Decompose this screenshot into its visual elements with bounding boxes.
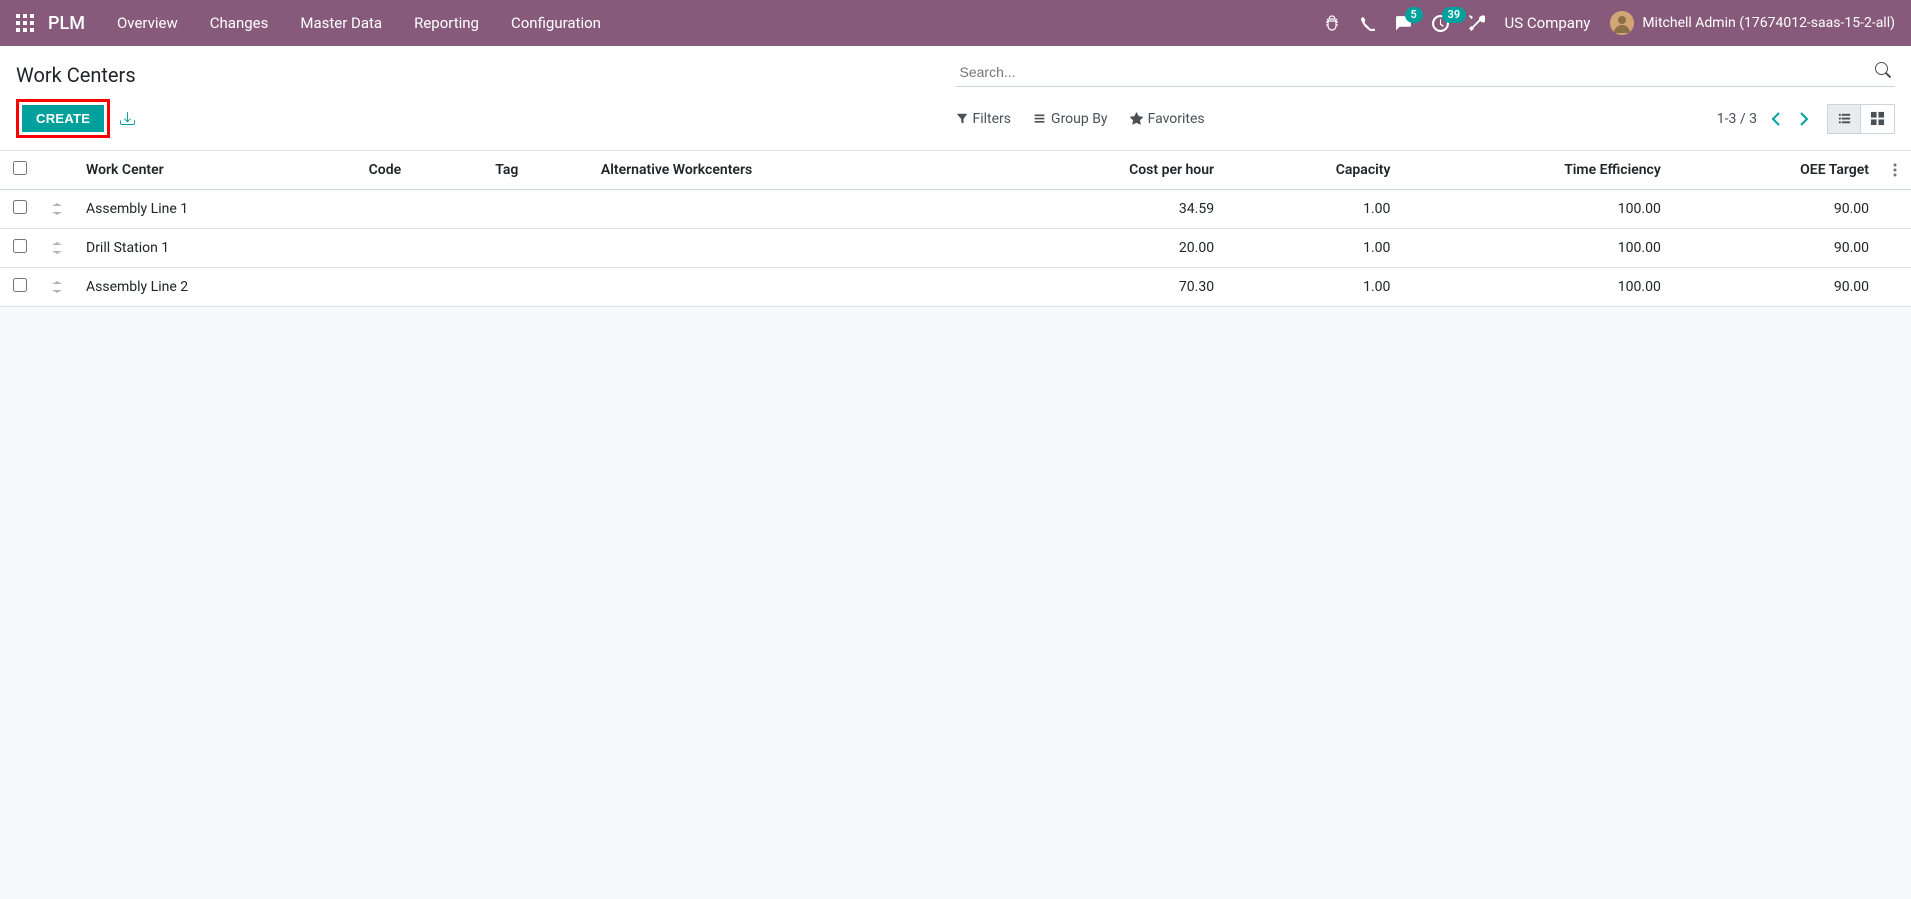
- apps-icon[interactable]: [16, 14, 34, 32]
- cell-eff: 100.00: [1402, 190, 1672, 229]
- main-menu: Overview Changes Master Data Reporting C…: [117, 14, 601, 32]
- favorites-button[interactable]: Favorites: [1130, 111, 1205, 127]
- cell-alt: [589, 268, 982, 307]
- debug-icon[interactable]: [1324, 15, 1340, 31]
- view-switcher: [1827, 104, 1895, 134]
- table-row[interactable]: Assembly Line 1 34.59 1.00 100.00 90.00: [0, 190, 1911, 229]
- cell-cost: 34.59: [982, 190, 1226, 229]
- import-button[interactable]: [120, 111, 135, 126]
- menu-changes[interactable]: Changes: [210, 14, 269, 32]
- pager-prev[interactable]: [1767, 108, 1785, 130]
- row-checkbox[interactable]: [13, 278, 27, 292]
- star-icon: [1130, 112, 1143, 125]
- col-code[interactable]: Code: [357, 151, 484, 190]
- cell-capacity: 1.00: [1226, 229, 1402, 268]
- groupby-label: Group By: [1051, 111, 1108, 127]
- col-work-center[interactable]: Work Center: [74, 151, 357, 190]
- cell-alt: [589, 190, 982, 229]
- menu-reporting[interactable]: Reporting: [414, 14, 479, 32]
- breadcrumb: Work Centers: [16, 63, 136, 87]
- cell-alt: [589, 229, 982, 268]
- col-tag[interactable]: Tag: [483, 151, 589, 190]
- company-selector[interactable]: US Company: [1505, 14, 1591, 32]
- groupby-button[interactable]: Group By: [1033, 111, 1108, 127]
- drag-handle-icon[interactable]: [52, 203, 62, 215]
- cell-oee: 90.00: [1673, 190, 1881, 229]
- table-row[interactable]: Assembly Line 2 70.30 1.00 100.00 90.00: [0, 268, 1911, 307]
- activities-badge: 39: [1442, 7, 1467, 23]
- search-container: [956, 58, 1896, 87]
- cell-code: [357, 190, 484, 229]
- cell-tag: [483, 190, 589, 229]
- phone-icon[interactable]: [1360, 16, 1375, 31]
- filters-button[interactable]: Filters: [956, 111, 1012, 127]
- col-options[interactable]: [1881, 151, 1911, 190]
- row-checkbox[interactable]: [13, 239, 27, 253]
- pager-next[interactable]: [1795, 108, 1813, 130]
- cell-work-center: Assembly Line 1: [74, 190, 357, 229]
- activities-icon[interactable]: 39: [1432, 15, 1449, 32]
- cell-oee: 90.00: [1673, 229, 1881, 268]
- row-checkbox[interactable]: [13, 200, 27, 214]
- user-menu[interactable]: Mitchell Admin (17674012-saas-15-2-all): [1610, 11, 1895, 35]
- list-view-button[interactable]: [1827, 104, 1861, 134]
- cell-work-center: Assembly Line 2: [74, 268, 357, 307]
- create-highlight: CREATE: [16, 99, 110, 138]
- work-centers-table: Work Center Code Tag Alternative Workcen…: [0, 151, 1911, 307]
- chevron-left-icon: [1771, 112, 1781, 126]
- nav-right: 5 39 US Company Mitchell Admin (17674012…: [1324, 11, 1895, 35]
- kebab-icon: [1893, 163, 1897, 177]
- drag-handle-icon[interactable]: [52, 242, 62, 254]
- search-icon[interactable]: [1875, 62, 1891, 78]
- cell-capacity: 1.00: [1226, 268, 1402, 307]
- drag-handle-icon[interactable]: [52, 281, 62, 293]
- list-icon: [1033, 112, 1046, 125]
- menu-master-data[interactable]: Master Data: [300, 14, 382, 32]
- pager: 1-3 / 3: [1717, 108, 1813, 130]
- cell-work-center: Drill Station 1: [74, 229, 357, 268]
- cell-capacity: 1.00: [1226, 190, 1402, 229]
- control-panel: Work Centers CREATE Filters: [0, 46, 1911, 151]
- favorites-label: Favorites: [1148, 111, 1205, 127]
- search-input[interactable]: [956, 58, 1896, 87]
- table-header-row: Work Center Code Tag Alternative Workcen…: [0, 151, 1911, 190]
- app-brand[interactable]: PLM: [48, 13, 85, 34]
- list-view-icon: [1837, 111, 1852, 126]
- cell-eff: 100.00: [1402, 268, 1672, 307]
- cell-eff: 100.00: [1402, 229, 1672, 268]
- messages-icon[interactable]: 5: [1395, 15, 1412, 32]
- col-capacity[interactable]: Capacity: [1226, 151, 1402, 190]
- col-eff[interactable]: Time Efficiency: [1402, 151, 1672, 190]
- chevron-right-icon: [1799, 112, 1809, 126]
- filters-label: Filters: [973, 111, 1012, 127]
- top-nav: PLM Overview Changes Master Data Reporti…: [0, 0, 1911, 46]
- cell-oee: 90.00: [1673, 268, 1881, 307]
- funnel-icon: [956, 113, 968, 125]
- avatar: [1610, 11, 1634, 35]
- user-name: Mitchell Admin (17674012-saas-15-2-all): [1642, 15, 1895, 31]
- messages-badge: 5: [1405, 7, 1423, 23]
- cell-cost: 20.00: [982, 229, 1226, 268]
- cell-tag: [483, 268, 589, 307]
- cell-tag: [483, 229, 589, 268]
- table-row[interactable]: Drill Station 1 20.00 1.00 100.00 90.00: [0, 229, 1911, 268]
- menu-configuration[interactable]: Configuration: [511, 14, 601, 32]
- pager-range[interactable]: 1-3 / 3: [1717, 111, 1757, 127]
- kanban-view-icon: [1870, 111, 1885, 126]
- tools-icon[interactable]: [1469, 15, 1485, 31]
- col-oee[interactable]: OEE Target: [1673, 151, 1881, 190]
- col-cost[interactable]: Cost per hour: [982, 151, 1226, 190]
- select-all-checkbox[interactable]: [13, 161, 27, 175]
- create-button[interactable]: CREATE: [22, 105, 104, 132]
- col-alt[interactable]: Alternative Workcenters: [589, 151, 982, 190]
- cell-code: [357, 229, 484, 268]
- cell-code: [357, 268, 484, 307]
- menu-overview[interactable]: Overview: [117, 14, 178, 32]
- kanban-view-button[interactable]: [1861, 104, 1895, 134]
- cell-cost: 70.30: [982, 268, 1226, 307]
